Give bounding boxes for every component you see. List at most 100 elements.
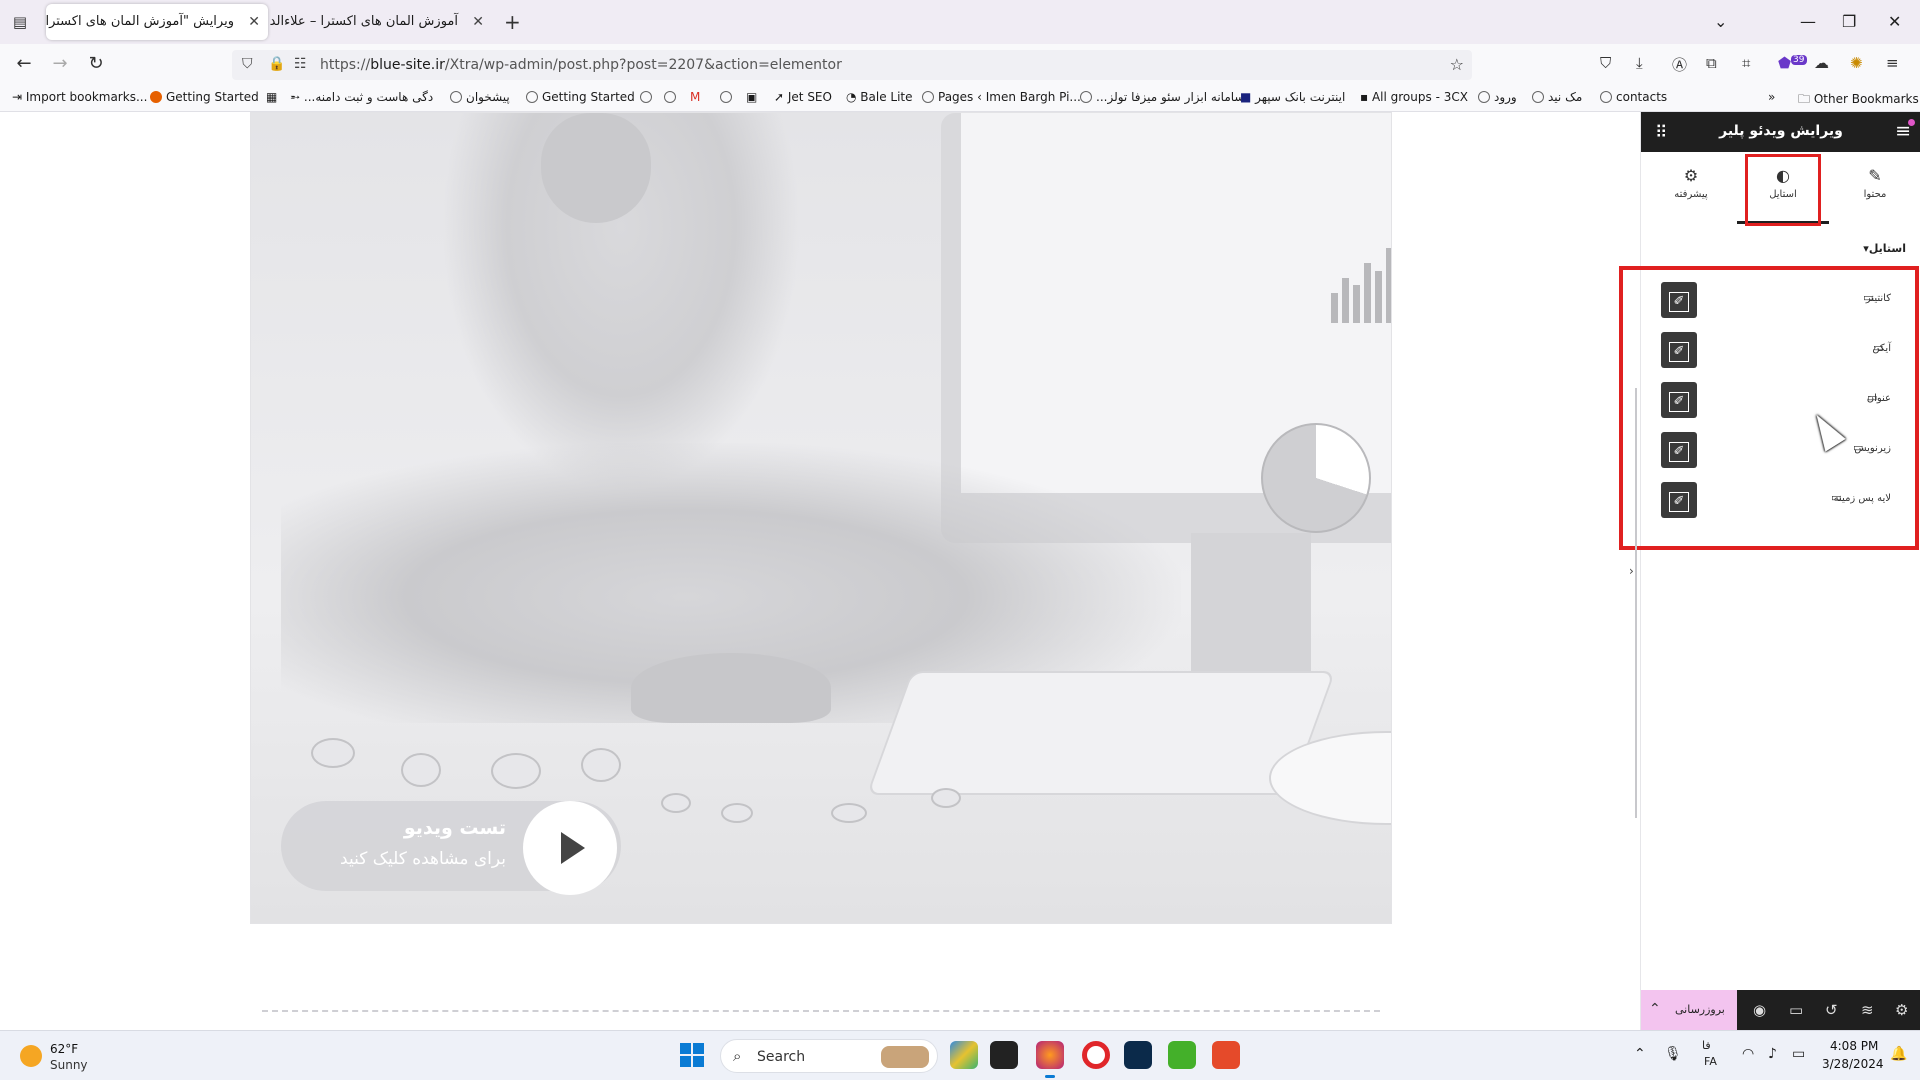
clock-date[interactable]: 3/28/2024 [1822,1057,1884,1071]
bookmark-item[interactable]: ▦ [266,90,277,104]
widgets-grid-icon[interactable]: ⠿ [1655,123,1667,143]
bookmark-item[interactable]: پیشخوان [450,90,510,104]
pocket-icon[interactable]: ⛉ [1600,54,1611,72]
weather-temperature[interactable]: 62°F [50,1042,78,1056]
app-menu-icon[interactable]: ≡ [1886,54,1899,72]
bookmark-item[interactable]: ➚ Jet SEO [774,90,832,104]
url-text[interactable]: https://blue-site.ir/Xtra/wp-admin/post.… [320,57,842,73]
bookmark-item[interactable]: ▣ [746,90,757,104]
close-icon[interactable]: ✕ [248,4,260,40]
account-icon[interactable]: Ⓐ [1672,54,1687,75]
bookmark-item[interactable]: ■ اینترنت بانک سپهر [1240,90,1345,104]
control-row-subtitle[interactable]: ✐ ▭ زیرنویس [1661,432,1891,468]
copilot-icon[interactable] [950,1041,978,1069]
volume-icon[interactable]: ♪ [1768,1046,1777,1062]
restore-button[interactable]: ❐ [1842,10,1856,34]
bookmark-item[interactable] [640,90,656,104]
downloads-icon[interactable]: ⤓ [1636,54,1643,72]
sun-icon[interactable] [20,1045,42,1067]
camtasia-icon[interactable] [1168,1041,1196,1069]
close-icon[interactable]: ✕ [472,4,484,40]
bookmark-item[interactable]: ◔ Bale Lite [846,90,913,104]
tab-content[interactable]: ✎ محتوا [1829,162,1920,222]
edit-style-button[interactable]: ✐ [1661,282,1697,318]
preview-eye-icon[interactable]: ◉ [1753,1001,1766,1019]
bookmark-item[interactable]: Getting Started [526,90,635,104]
bookmark-item[interactable] [664,90,680,104]
history-icon[interactable]: ↺ [1825,1001,1838,1019]
reload-button[interactable]: ↻ [84,52,108,76]
battery-icon[interactable]: ▭ [1792,1046,1805,1062]
tray-overflow-chevron-icon[interactable]: ⌃ [1634,1046,1646,1062]
settings-gear-icon[interactable]: ⚙ [1895,1001,1908,1019]
shield-icon[interactable]: ⛉ [242,56,253,72]
extension-gear-icon[interactable]: ✺ [1850,54,1863,72]
video-player-widget[interactable]: تست ویدیو برای مشاهده کلیک کنید [250,112,1392,924]
bookmark-item[interactable]: مک نید [1532,90,1582,104]
microphone-icon[interactable]: 🎙 [1664,1046,1682,1062]
bookmark-item[interactable]: contacts [1600,90,1667,104]
lock-icon[interactable]: 🔒 [268,56,285,72]
section-toggle-style[interactable]: استایل▾ [1859,242,1906,255]
language-indicator-fa[interactable]: فا [1702,1039,1711,1052]
edit-style-button[interactable]: ✐ [1661,332,1697,368]
collapse-panel-chevron-icon[interactable]: › [1629,564,1634,578]
responsive-mode-icon[interactable]: ▭ [1789,1001,1803,1019]
chevron-up-icon[interactable]: ⌃ [1649,1001,1661,1017]
bookmark-item[interactable]: ...سامانه ابزار سئو میزفا تولز [1080,90,1244,104]
crop-icon[interactable]: ⌗ [1742,54,1750,72]
tab-list-icon[interactable]: ▤ [8,10,32,34]
edit-style-button[interactable]: ✐ [1661,432,1697,468]
edit-style-button[interactable]: ✐ [1661,482,1697,518]
tab-page[interactable]: آموزش المان های اکسترا – علاءالدین ✕ [270,4,492,40]
navigator-layers-icon[interactable]: ≋ [1861,1001,1874,1019]
bookmark-item[interactable]: ورود [1478,90,1517,104]
firefox-icon[interactable] [1036,1041,1064,1069]
start-windows-icon[interactable] [680,1043,704,1067]
bookmark-star-icon[interactable]: ☆ [1450,55,1464,74]
extensions-icon[interactable]: ⧉ [1706,54,1717,72]
weather-condition[interactable]: Sunny [50,1058,88,1072]
control-row-container[interactable]: ✐ ▭ کانتینر [1661,282,1891,318]
language-indicator-code[interactable]: FA [1704,1055,1717,1068]
photoshop-icon[interactable] [1124,1041,1152,1069]
editor-panel: ⠿ ویرایش ویدئو پلیر ≡ ✎ محتوا ◐ استایل ⚙… [1619,112,1920,1030]
taskbar-search[interactable]: ⌕ Search [720,1039,938,1073]
editor-canvas: تست ویدیو برای مشاهده کلیک کنید [0,112,1640,1030]
tab-overflow-chevron-icon[interactable]: ⌄ [1714,10,1727,34]
cover-coin [311,738,355,768]
bookmark-item[interactable] [720,90,736,104]
recorder-icon[interactable] [1212,1041,1240,1069]
minimize-button[interactable]: — [1800,10,1816,34]
file-explorer-icon[interactable] [990,1041,1018,1069]
bookmarks-overflow-icon[interactable]: » [1768,90,1775,104]
opera-icon[interactable] [1082,1041,1110,1069]
bookmark-item[interactable]: Getting Started [150,90,259,104]
close-window-button[interactable]: ✕ [1888,10,1901,34]
permissions-icon[interactable]: ☷ [294,56,307,72]
panel-resize-handle[interactable] [1635,388,1637,818]
bookmark-item[interactable]: M [690,90,700,104]
bookmark-item[interactable]: ⇥ Import bookmarks... [12,90,147,104]
extension-notification-icon[interactable]: ⬟ 39 [1778,54,1807,72]
control-row-icon[interactable]: ✐ ▭ آیکن [1661,332,1891,368]
forward-button[interactable]: → [48,52,72,76]
control-row-background-overlay[interactable]: ✐ ▭ لایه پس زمینه [1661,482,1891,518]
bookmark-item[interactable]: Pages ‹ Imen Bargh Pi... [922,90,1081,104]
url-bar[interactable]: ⛉ 🔒 ☷ https://blue-site.ir/Xtra/wp-admin… [232,50,1472,80]
vpn-icon[interactable]: ☁ [1814,54,1829,72]
wifi-icon[interactable]: ◠ [1742,1046,1754,1062]
bookmark-item[interactable]: ➵ ...دگی هاست و ثبت دامنه [290,90,433,104]
bookmark-folder[interactable]: 🗀 Other Bookmarks [1798,90,1919,111]
control-row-title[interactable]: ✐ ▭ عنوان [1661,382,1891,418]
update-button[interactable]: ⌃ بروزرسانی [1641,990,1737,1030]
clock-time[interactable]: 4:08 PM [1830,1039,1878,1053]
bookmark-item[interactable]: ▪ All groups - 3CX [1360,90,1468,104]
tab-editor[interactable]: ویرایش "آموزش المان های اکسترا – ع ✕ [46,4,268,40]
back-button[interactable]: ← [12,52,36,76]
edit-style-button[interactable]: ✐ [1661,382,1697,418]
tab-advanced[interactable]: ⚙ پیشرفته [1645,162,1737,222]
play-button[interactable] [523,801,617,895]
notifications-bell-icon[interactable]: 🔔 [1890,1046,1907,1062]
new-tab-button[interactable]: + [504,10,521,34]
